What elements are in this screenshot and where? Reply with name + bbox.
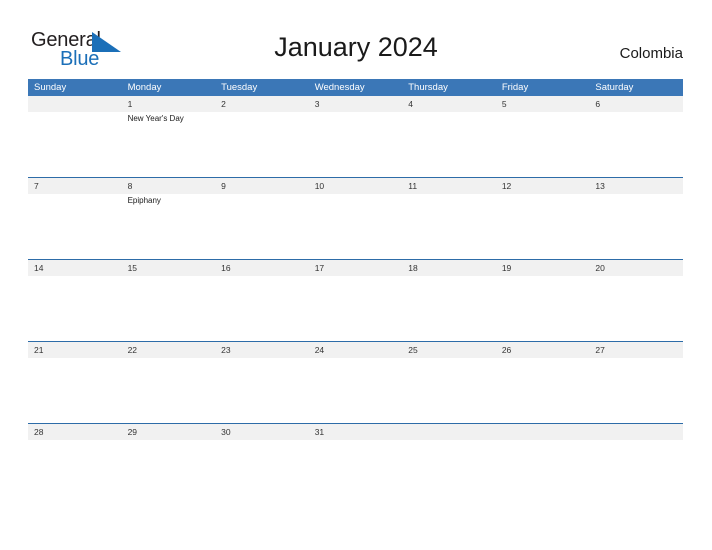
day-cell[interactable]: 26: [495, 342, 590, 423]
day-cell[interactable]: 20: [589, 260, 683, 341]
weekday-header-sunday: Sunday: [34, 82, 67, 93]
page-header: General Blue January 2024 Colombia: [0, 0, 712, 78]
day-cell[interactable]: 13: [589, 178, 683, 259]
weeks-container: 1 New Year's Day 2 3 4 5 6 7 8 Epiphany 9 10 11 12 13 1…: [28, 96, 683, 460]
day-cell[interactable]: 3: [308, 96, 403, 177]
day-cell[interactable]: 7: [28, 178, 122, 259]
day-number: 20: [595, 263, 605, 273]
day-cell[interactable]: 21: [28, 342, 122, 423]
day-number: 28: [34, 427, 44, 437]
day-number: 8: [127, 181, 133, 191]
day-cell[interactable]: 2: [215, 96, 309, 177]
day-cell-empty: [589, 424, 683, 460]
week-row: 28 29 30 31: [28, 423, 683, 460]
day-cell[interactable]: 17: [308, 260, 403, 341]
week-cells: 28 29 30 31: [28, 424, 683, 460]
day-cell[interactable]: 29: [121, 424, 216, 460]
country-label: Colombia: [619, 45, 683, 62]
weekday-header-wednesday: Wednesday: [314, 82, 365, 93]
day-cell[interactable]: 5: [495, 96, 590, 177]
day-number: 21: [34, 345, 44, 355]
day-number: 4: [408, 99, 413, 109]
day-event-label: New Year's Day: [127, 114, 184, 123]
day-cell[interactable]: 25: [402, 342, 496, 423]
day-number: 31: [314, 427, 325, 437]
day-cell[interactable]: 18: [402, 260, 496, 341]
weekday-header-row: Sunday Monday Tuesday Wednesday Thursday Frid…: [28, 79, 683, 96]
day-number: 11: [408, 181, 418, 191]
day-cell-empty: [495, 424, 590, 460]
day-number: 23: [221, 345, 231, 355]
day-cell[interactable]: 6: [589, 96, 683, 177]
day-number: 30: [221, 427, 231, 437]
day-cell-empty: [28, 96, 122, 177]
day-cell[interactable]: 30: [215, 424, 309, 460]
day-cell[interactable]: 19: [495, 260, 590, 341]
day-number: 6: [595, 99, 601, 109]
day-number: 26: [501, 345, 512, 355]
day-number: 29: [127, 427, 138, 437]
weekday-header-thursday: Thursday: [408, 82, 448, 93]
day-cell[interactable]: 11: [402, 178, 496, 259]
day-number: 16: [221, 263, 231, 273]
day-number: 14: [34, 263, 44, 273]
day-cell[interactable]: 28: [28, 424, 122, 460]
day-number: 12: [501, 181, 512, 191]
week-cells: 1 New Year's Day 2 3 4 5 6: [28, 96, 683, 177]
week-row: 7 8 Epiphany 9 10 11 12 13: [28, 177, 683, 259]
day-cell[interactable]: 23: [215, 342, 309, 423]
day-number: 19: [501, 263, 512, 273]
day-cell[interactable]: 27: [589, 342, 683, 423]
day-number: 27: [595, 345, 605, 355]
day-cell[interactable]: 10: [308, 178, 403, 259]
day-cell[interactable]: 8 Epiphany: [121, 178, 216, 259]
day-number: 10: [314, 181, 325, 191]
day-number: 2: [221, 99, 226, 109]
day-cell[interactable]: 12: [495, 178, 590, 259]
calendar-grid: Sunday Monday Tuesday Wednesday Thursday Frid…: [28, 79, 683, 460]
week-row: 14 15 16 17 18 19 20: [28, 259, 683, 341]
day-cell[interactable]: 24: [308, 342, 403, 423]
day-cell[interactable]: 22: [121, 342, 216, 423]
day-cell[interactable]: 15: [121, 260, 216, 341]
weekday-header-saturday: Saturday: [595, 82, 634, 93]
day-event-label: Epiphany: [127, 196, 161, 205]
day-number: 24: [314, 345, 325, 355]
day-number: 25: [408, 345, 418, 355]
day-number: 9: [221, 181, 226, 191]
day-cell[interactable]: 31: [308, 424, 403, 460]
week-row: 21 22 23 24 25 26 27: [28, 341, 683, 423]
day-cell[interactable]: 16: [215, 260, 309, 341]
day-number: 5: [501, 99, 507, 109]
day-number: 1: [127, 99, 133, 109]
weekday-header-tuesday: Tuesday: [221, 82, 258, 93]
day-cell[interactable]: 1 New Year's Day: [121, 96, 216, 177]
day-number: 17: [314, 263, 325, 273]
weekday-header-friday: Friday: [501, 82, 529, 93]
day-cell[interactable]: 9: [215, 178, 309, 259]
day-number: 3: [314, 99, 320, 109]
day-number: 7: [34, 181, 39, 191]
weekday-header-monday: Monday: [127, 82, 162, 93]
page-title: January 2024: [274, 32, 438, 62]
day-number: 18: [408, 263, 418, 273]
week-cells: 7 8 Epiphany 9 10 11 12 13: [28, 178, 683, 259]
day-number: 22: [127, 345, 138, 355]
day-cell-empty: [402, 424, 496, 460]
week-row: 1 New Year's Day 2 3 4 5 6: [28, 96, 683, 177]
day-number: 13: [595, 181, 605, 191]
week-cells: 21 22 23 24 25 26 27: [28, 342, 683, 423]
day-cell[interactable]: 4: [402, 96, 496, 177]
day-cell[interactable]: 14: [28, 260, 122, 341]
day-number: 15: [127, 263, 138, 273]
week-cells: 14 15 16 17 18 19 20: [28, 260, 683, 341]
